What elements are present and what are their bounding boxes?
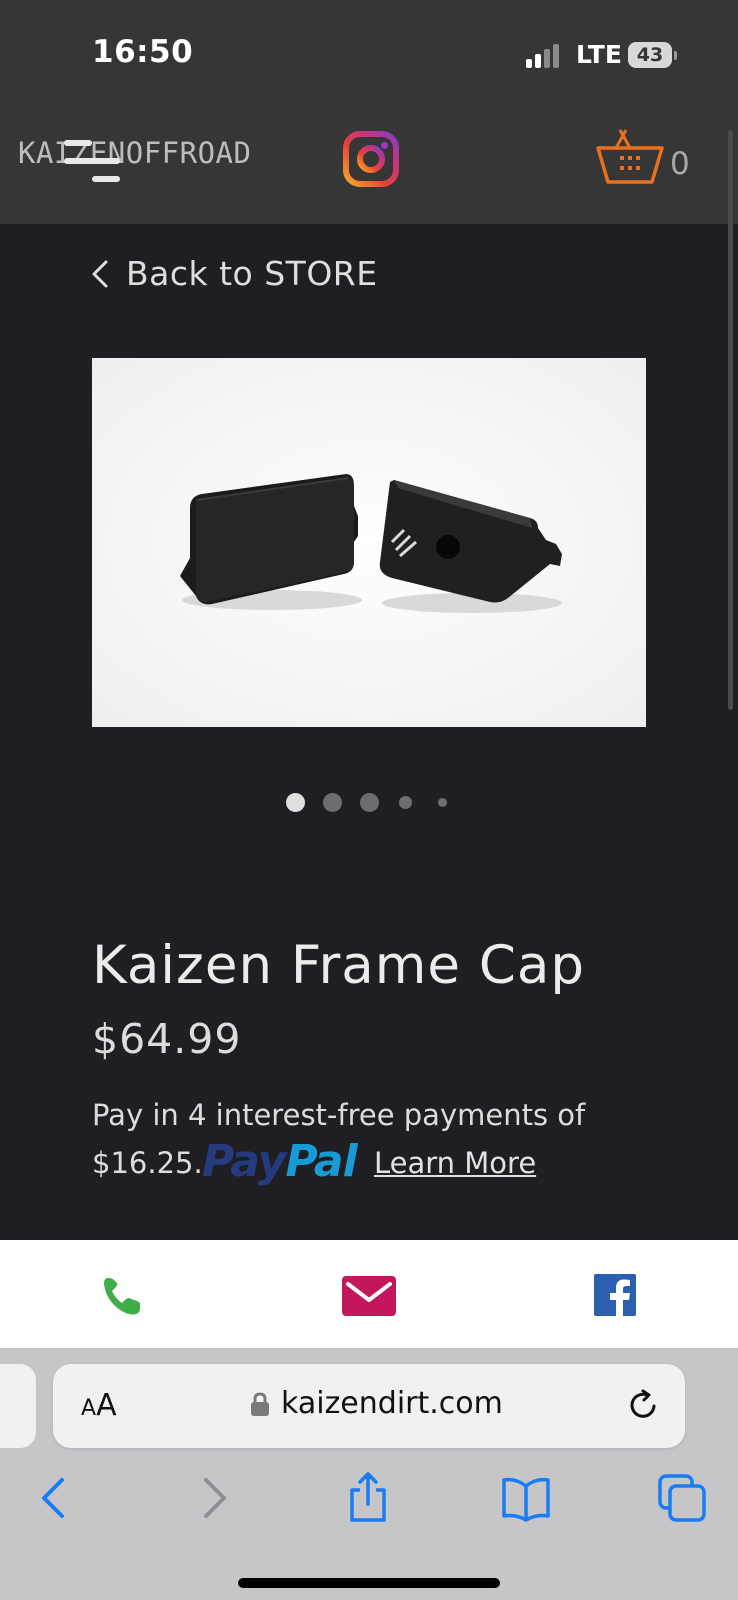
product-title: Kaizen Frame Cap xyxy=(92,935,585,996)
instagram-icon[interactable] xyxy=(342,130,400,188)
bookmarks-icon[interactable] xyxy=(500,1472,552,1524)
product-image[interactable] xyxy=(92,358,646,727)
cart-count[interactable]: 0 xyxy=(670,146,690,182)
paypal-logo: PayPal xyxy=(202,1136,358,1187)
carousel-dot[interactable] xyxy=(360,793,379,812)
lock-icon xyxy=(251,1391,269,1416)
carousel-dot[interactable] xyxy=(399,796,412,809)
chevron-left-icon xyxy=(92,260,108,287)
previous-tab-edge[interactable] xyxy=(0,1364,36,1448)
tabs-icon[interactable] xyxy=(656,1472,708,1524)
url-text: kaizendirt.com xyxy=(281,1386,503,1421)
back-link-label: Back to STORE xyxy=(126,254,378,293)
safari-toolbar: AA kaizendirt.com xyxy=(0,1348,738,1600)
page-scrollbar[interactable] xyxy=(728,130,733,710)
learn-more-link[interactable]: Learn More xyxy=(374,1146,536,1180)
carousel-dot[interactable] xyxy=(323,793,342,812)
product-photo xyxy=(92,358,646,727)
cellular-signal-icon xyxy=(526,44,559,68)
facebook-icon[interactable] xyxy=(594,1274,636,1316)
phone-icon[interactable] xyxy=(100,1274,144,1318)
product-price: $64.99 xyxy=(92,1015,242,1063)
forward-arrow-icon[interactable] xyxy=(188,1472,240,1524)
carousel-dot[interactable] xyxy=(438,798,447,807)
site-header: KAIZENOFFROAD 0 xyxy=(0,104,738,224)
carousel-dots xyxy=(286,792,456,814)
battery-icon: 43 xyxy=(628,42,677,68)
paylater-amount: $16.25. xyxy=(92,1146,203,1180)
back-arrow-icon[interactable] xyxy=(30,1472,82,1524)
share-icon[interactable] xyxy=(342,1472,394,1524)
carousel-dot[interactable] xyxy=(286,793,305,812)
shopping-basket-icon[interactable] xyxy=(596,126,664,184)
home-indicator[interactable] xyxy=(238,1578,500,1588)
status-time: 16:50 xyxy=(92,34,194,70)
email-icon[interactable] xyxy=(342,1274,396,1318)
status-bar: 16:50 LTE 43 xyxy=(0,0,738,104)
reload-icon[interactable] xyxy=(627,1388,661,1422)
url-display[interactable]: kaizendirt.com xyxy=(249,1386,503,1421)
reader-aa-button[interactable]: AA xyxy=(81,1388,117,1423)
contact-bar xyxy=(0,1240,738,1348)
paylater-text: Pay in 4 interest-free payments of xyxy=(92,1098,586,1132)
hamburger-icon[interactable] xyxy=(60,122,124,182)
battery-level: 43 xyxy=(636,44,664,66)
back-to-store-link[interactable]: Back to STORE xyxy=(90,254,378,293)
site-logo[interactable]: KAIZENOFFROAD xyxy=(18,136,251,170)
network-type: LTE xyxy=(576,40,622,69)
address-bar[interactable]: AA kaizendirt.com xyxy=(53,1364,685,1448)
